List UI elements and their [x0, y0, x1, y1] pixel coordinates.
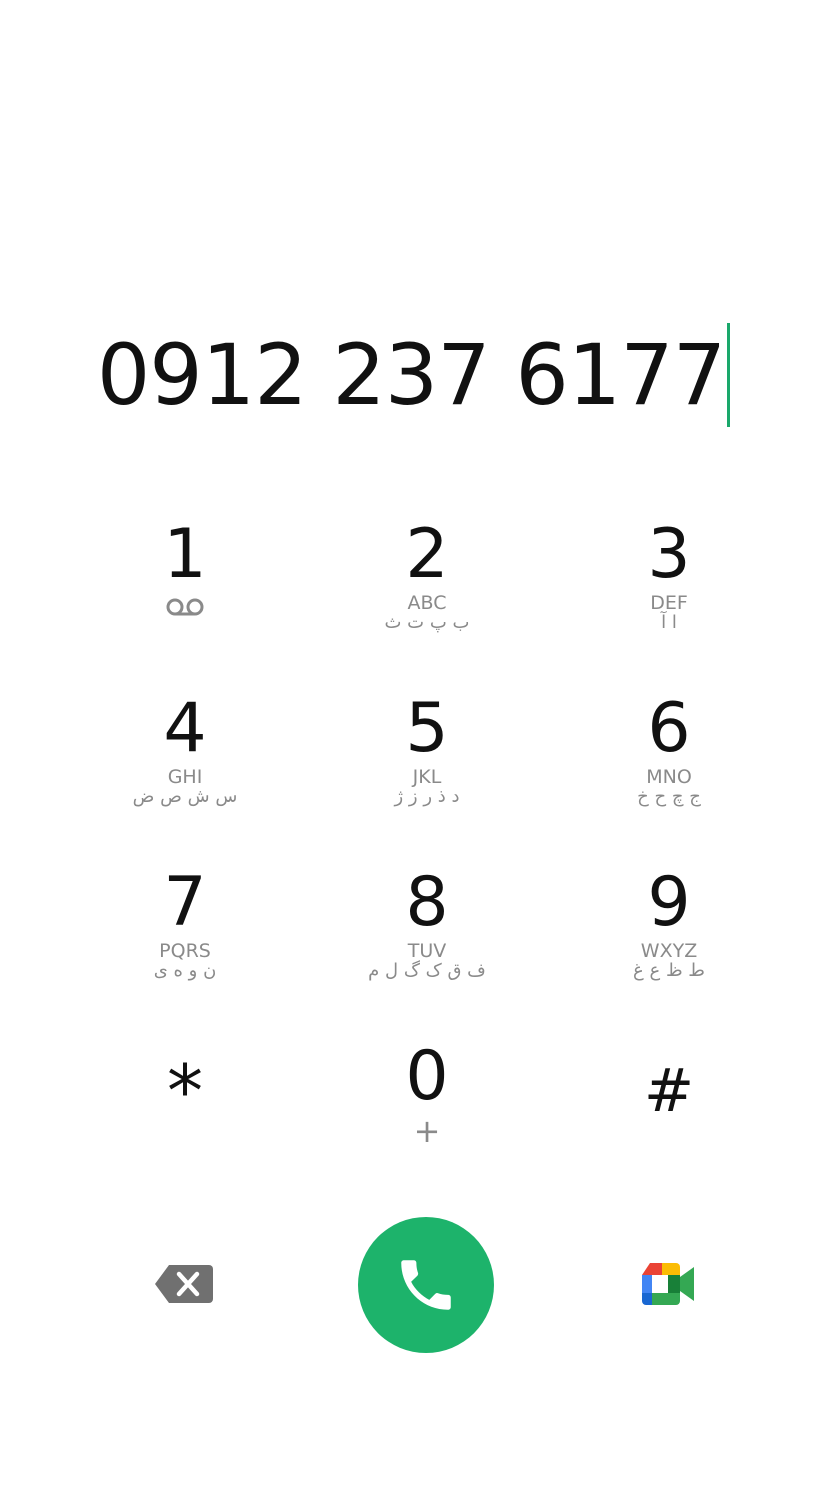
key-4[interactable]: 4 GHI س ش ص ض	[64, 679, 306, 853]
key-5[interactable]: 5 JKL د ذ ر ز ژ	[306, 679, 548, 853]
video-call-button[interactable]	[640, 1261, 696, 1307]
voicemail-icon	[165, 591, 205, 617]
key-letters: DEF	[650, 592, 688, 614]
key-digit: 9	[647, 863, 691, 942]
google-meet-icon	[642, 1263, 694, 1305]
key-persian-letters: ن و ه ی	[153, 960, 217, 981]
key-9[interactable]: 9 WXYZ ط ظ ع غ	[548, 853, 790, 1027]
key-3[interactable]: 3 DEF ا آ	[548, 505, 790, 679]
key-letters: TUV	[407, 940, 447, 962]
key-persian-letters: ط ظ ع غ	[633, 960, 705, 981]
key-digit: #	[643, 1056, 695, 1126]
key-letters: GHI	[167, 766, 203, 788]
key-digit: 8	[405, 863, 449, 942]
key-plus-label: +	[413, 1112, 441, 1150]
key-8[interactable]: 8 TUV ف ق ک گ ل م	[306, 853, 548, 1027]
key-persian-letters: ا آ	[661, 612, 677, 633]
key-letters: MNO	[646, 766, 692, 788]
key-digit: 6	[647, 689, 691, 768]
key-persian-letters: ج چ ح خ	[637, 786, 701, 807]
key-letters: JKL	[412, 766, 442, 788]
key-7[interactable]: 7 PQRS ن و ه ی	[64, 853, 306, 1027]
key-6[interactable]: 6 MNO ج چ ح خ	[548, 679, 790, 853]
key-letters: PQRS	[159, 940, 211, 962]
dialpad: 1 2 ABC ب پ ت ث 3 DEF ا آ 4 GHI س ش ص ض …	[64, 505, 790, 1201]
key-persian-letters: ف ق ک گ ل م	[368, 960, 486, 981]
key-digit: 0	[405, 1037, 449, 1116]
key-star[interactable]: *	[64, 1027, 306, 1201]
key-digit: 3	[647, 515, 691, 594]
phone-icon	[401, 1260, 451, 1310]
key-digit: 4	[163, 689, 207, 768]
backspace-button[interactable]	[153, 1263, 215, 1305]
key-2[interactable]: 2 ABC ب پ ت ث	[306, 505, 548, 679]
key-letters: ABC	[407, 592, 447, 614]
key-digit: 1	[163, 515, 207, 594]
key-letters: WXYZ	[640, 940, 698, 962]
key-digit: 2	[405, 515, 449, 594]
call-button[interactable]	[358, 1217, 494, 1353]
key-persian-letters: س ش ص ض	[132, 786, 238, 807]
backspace-icon	[155, 1265, 213, 1303]
key-digit: 5	[405, 689, 449, 768]
key-hash[interactable]: #	[548, 1027, 790, 1201]
key-digit: 7	[163, 863, 207, 942]
key-0[interactable]: 0 +	[306, 1027, 548, 1201]
text-cursor	[727, 323, 731, 427]
key-persian-letters: د ذ ر ز ژ	[394, 786, 460, 807]
dial-display[interactable]: 0912 237 6177	[0, 320, 827, 430]
action-row	[0, 1215, 827, 1355]
key-persian-letters: ب پ ت ث	[384, 612, 470, 633]
key-1[interactable]: 1	[64, 505, 306, 679]
dialed-number: 0912 237 6177	[96, 326, 726, 424]
key-digit: *	[167, 1049, 203, 1133]
